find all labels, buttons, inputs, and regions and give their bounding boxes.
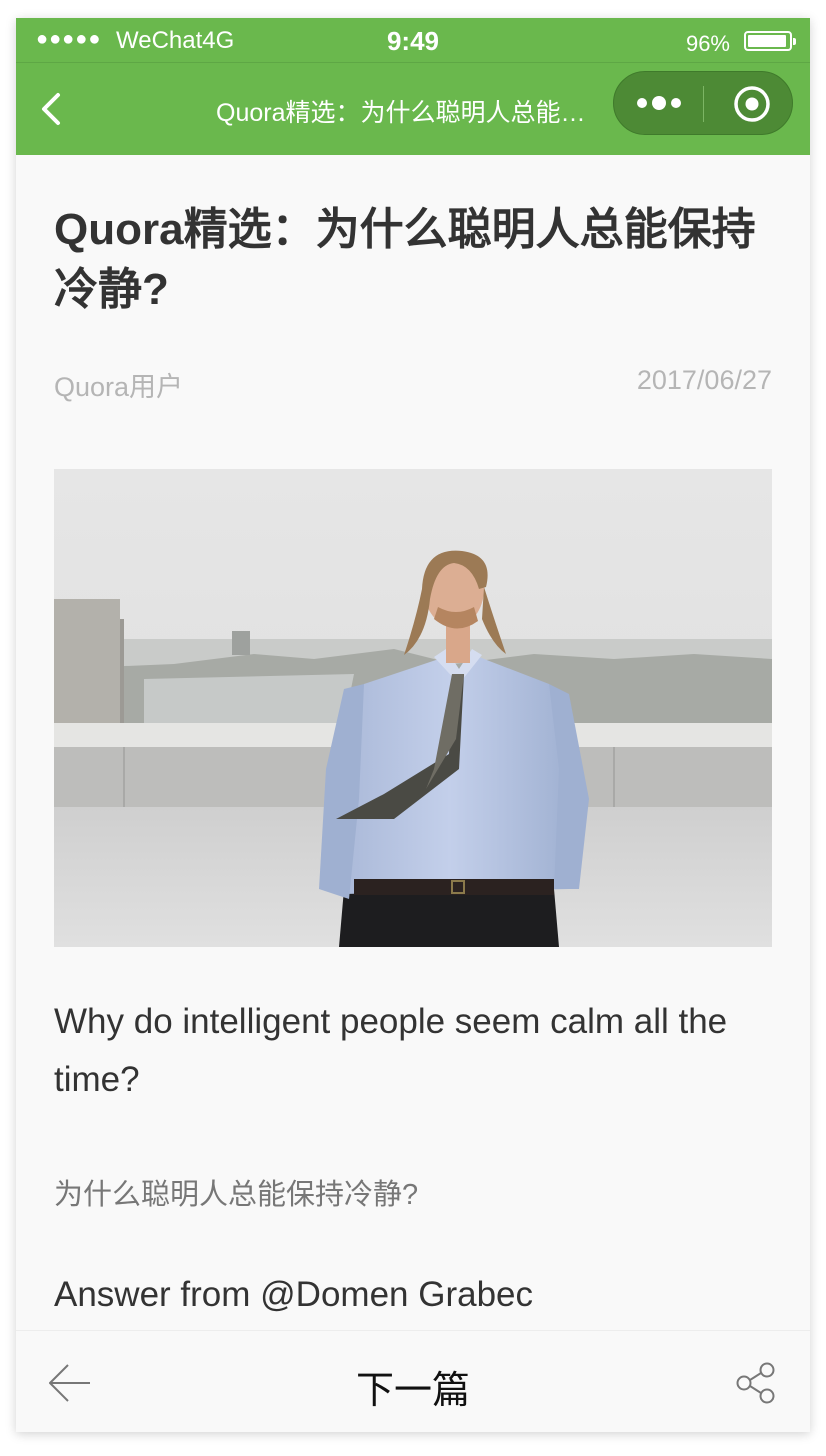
nav-title: Quora精选：为什么聪明人总能保持冷静? (216, 99, 596, 127)
nav-bar: Quora精选：为什么聪明人总能保持冷静? (16, 62, 810, 155)
battery-percentage: 96% (685, 31, 730, 56)
battery-icon (744, 31, 796, 51)
capsule-divider (703, 86, 704, 122)
next-article-label: 下一篇 (355, 1370, 470, 1412)
share-icon[interactable] (734, 1361, 778, 1405)
bottom-toolbar: 下一篇 (16, 1330, 810, 1432)
mini-program-capsule (613, 71, 793, 135)
more-dots-icon[interactable] (634, 88, 686, 118)
status-bar: ●●●●● WeChat4G 9:49 96% (16, 18, 810, 62)
article-title: Quora精选：为什么聪明人总能保持冷静? (54, 205, 756, 314)
target-close-icon[interactable] (732, 84, 772, 124)
article-author: Quora用户 (54, 372, 184, 402)
phone-screen: ●●●●● WeChat4G 9:49 96% Quora精选：为什么聪明人总能… (16, 18, 810, 1432)
article-content[interactable]: Quora精选：为什么聪明人总能保持冷静? Quora用户 2017/06/27 (16, 155, 810, 1330)
chevron-left-icon[interactable] (34, 89, 70, 129)
answer-attribution: Answer from @Domen Grabec (54, 1275, 534, 1314)
next-article-button[interactable]: 下一篇 (16, 1359, 810, 1414)
paragraph-english: Why do intelligent people seem calm all … (54, 1002, 728, 1099)
paragraph-chinese: 为什么聪明人总能保持冷静? (54, 1179, 419, 1211)
article-date: 2017/06/27 (636, 365, 772, 395)
hero-image (54, 469, 772, 947)
